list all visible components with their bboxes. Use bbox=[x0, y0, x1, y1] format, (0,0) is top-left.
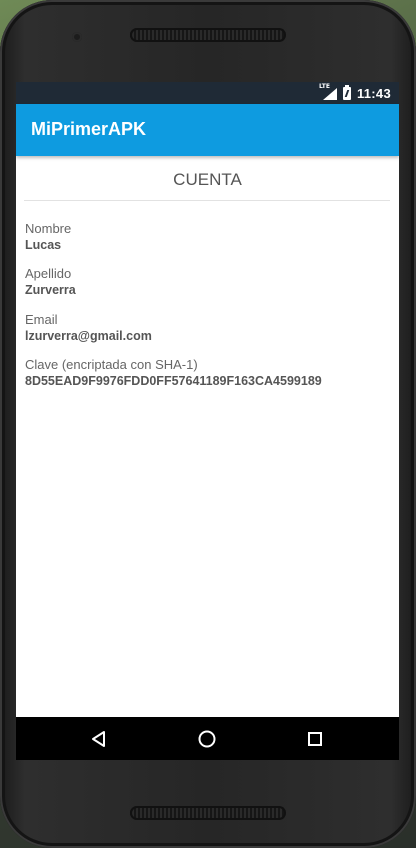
field-label: Email bbox=[25, 312, 58, 327]
top-speaker bbox=[130, 28, 286, 42]
home-icon bbox=[198, 730, 216, 748]
divider bbox=[24, 200, 390, 201]
bottom-speaker bbox=[130, 806, 286, 820]
app-bar: MiPrimerAPK bbox=[16, 104, 399, 156]
field-value: 8D55EAD9F9976FDD0FF57641189F163CA4599189 bbox=[25, 374, 322, 388]
back-icon bbox=[92, 731, 105, 747]
field-value: Lucas bbox=[25, 238, 62, 252]
section-title: CUENTA bbox=[173, 170, 242, 189]
status-icons: LTE 11:43 bbox=[319, 83, 391, 101]
lte-signal-icon: LTE bbox=[319, 83, 337, 100]
field-email: Email lzurverra@gmail.com bbox=[25, 312, 385, 344]
device-screen: LTE 11:43 MiPrimerAPK CUENTA Nombre Luca… bbox=[16, 82, 399, 760]
field-label: Nombre bbox=[25, 221, 72, 236]
field-label: Apellido bbox=[25, 266, 72, 281]
status-clock: 11:43 bbox=[356, 85, 391, 101]
field-value: lzurverra@gmail.com bbox=[25, 329, 152, 343]
back-button[interactable] bbox=[88, 728, 110, 750]
recents-icon bbox=[308, 732, 322, 746]
app-title: MiPrimerAPK bbox=[31, 119, 147, 139]
navigation-bar bbox=[16, 717, 399, 760]
field-value: Zurverra bbox=[25, 283, 76, 297]
field-apellido: Apellido Zurverra bbox=[25, 266, 385, 298]
recents-button[interactable] bbox=[304, 728, 326, 750]
phone-frame: LTE 11:43 MiPrimerAPK CUENTA Nombre Luca… bbox=[0, 0, 416, 848]
field-nombre: Nombre Lucas bbox=[25, 221, 385, 253]
home-button[interactable] bbox=[196, 728, 218, 750]
battery-charging-icon bbox=[342, 84, 351, 100]
field-clave: Clave (encriptada con SHA-1) 8D55EAD9F99… bbox=[25, 357, 385, 389]
field-label: Clave (encriptada con SHA-1) bbox=[25, 357, 198, 372]
status-bar: LTE 11:43 bbox=[16, 82, 399, 104]
front-camera bbox=[72, 32, 82, 42]
